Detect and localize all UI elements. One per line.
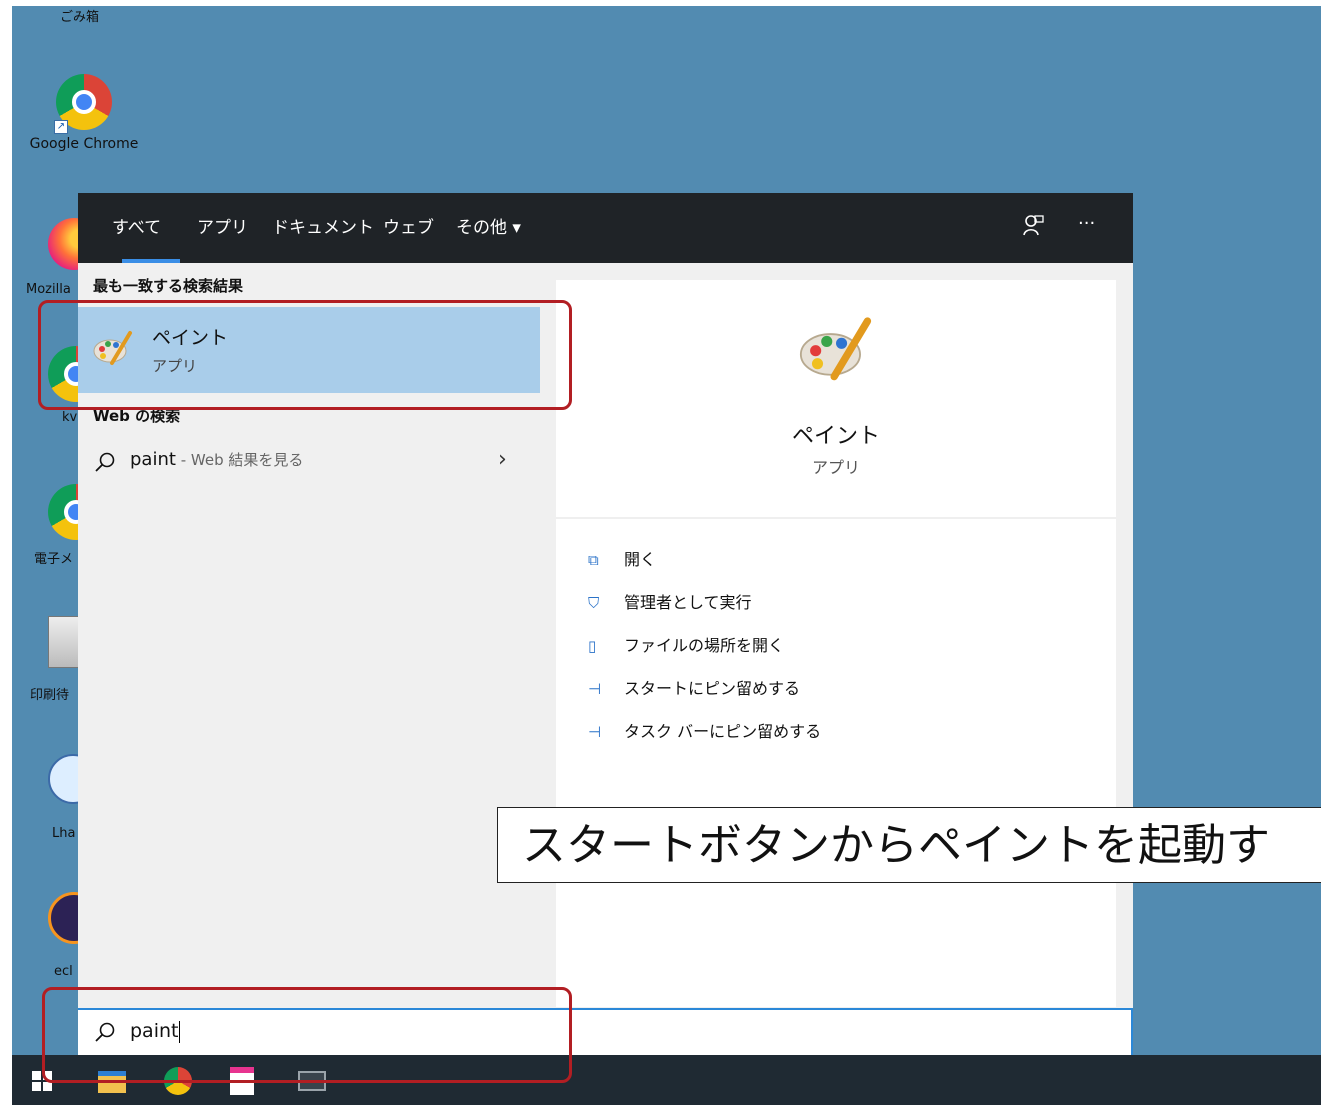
web-query-suffix: - Web 結果を見る bbox=[175, 451, 304, 469]
detail-app-name: ペイント bbox=[791, 424, 880, 449]
action-pin-to-taskbar[interactable]: ⊣ タスク バーにピン留めする bbox=[588, 718, 821, 744]
action-label: スタートにピン留めする bbox=[624, 679, 801, 698]
person-feedback-icon bbox=[1023, 215, 1044, 236]
open-icon: ⧉ bbox=[588, 551, 599, 569]
action-pin-to-start[interactable]: ⊣ スタートにピン留めする bbox=[588, 675, 800, 701]
pin-icon: ⊣ bbox=[588, 723, 602, 741]
web-search-result[interactable]: paint - Web 結果を見る › bbox=[78, 441, 540, 481]
desktop-icon-recycle-bin[interactable]: ごみ箱 bbox=[60, 6, 99, 25]
desktop-icon-chrome[interactable]: ↗ Google Chrome bbox=[20, 74, 148, 152]
pin-icon: ⊣ bbox=[588, 680, 602, 698]
action-label: 開く bbox=[624, 550, 657, 569]
shortcut-arrow-icon: ↗ bbox=[54, 120, 68, 134]
desktop-icon-label: Google Chrome bbox=[29, 136, 139, 152]
tab-more[interactable]: その他 ▾ bbox=[456, 215, 521, 241]
file-location-icon: ▯ bbox=[588, 637, 597, 655]
divider bbox=[556, 517, 1116, 519]
search-filter-bar: すべて アプリ ドキュメント ウェブ その他 ▾ ··· bbox=[78, 193, 1133, 263]
feedback-button[interactable] bbox=[1022, 213, 1044, 242]
annotation-highlight-searchbox bbox=[42, 987, 572, 1083]
action-label: ファイルの場所を開く bbox=[624, 636, 785, 655]
shield-run-icon: ⛉ bbox=[588, 594, 600, 612]
best-match-heading: 最も一致する検索結果 bbox=[93, 277, 244, 295]
tab-apps[interactable]: アプリ bbox=[197, 215, 248, 241]
tab-web[interactable]: ウェブ bbox=[383, 215, 434, 241]
app-detail-pane: ペイント アプリ ⧉ 開く ⛉ 管理者として実行 ▯ ファイルの場所を開く ⊣ スタート… bbox=[556, 280, 1116, 1007]
web-query: paint - Web 結果を見る bbox=[130, 449, 303, 470]
paint-palette-icon bbox=[799, 317, 872, 381]
action-label: 管理者として実行 bbox=[624, 593, 752, 612]
detail-app-type: アプリ bbox=[811, 458, 860, 477]
action-open-file-location[interactable]: ▯ ファイルの場所を開く bbox=[588, 632, 784, 658]
annotation-caption: スタートボタンからペイントを起動す bbox=[497, 807, 1321, 883]
tab-documents[interactable]: ドキュメント bbox=[272, 215, 374, 241]
web-query-text: paint bbox=[130, 449, 176, 470]
desktop-icon-label: ごみ箱 bbox=[60, 10, 100, 25]
annotation-highlight-result bbox=[38, 300, 572, 410]
action-open[interactable]: ⧉ 開く bbox=[588, 546, 656, 572]
action-label: タスク バーにピン留めする bbox=[624, 722, 822, 741]
more-options-button[interactable]: ··· bbox=[1078, 213, 1095, 234]
tab-all[interactable]: すべて bbox=[112, 215, 161, 241]
chevron-right-icon[interactable]: › bbox=[498, 447, 507, 472]
search-icon bbox=[95, 452, 115, 472]
action-run-as-admin[interactable]: ⛉ 管理者として実行 bbox=[588, 589, 752, 615]
